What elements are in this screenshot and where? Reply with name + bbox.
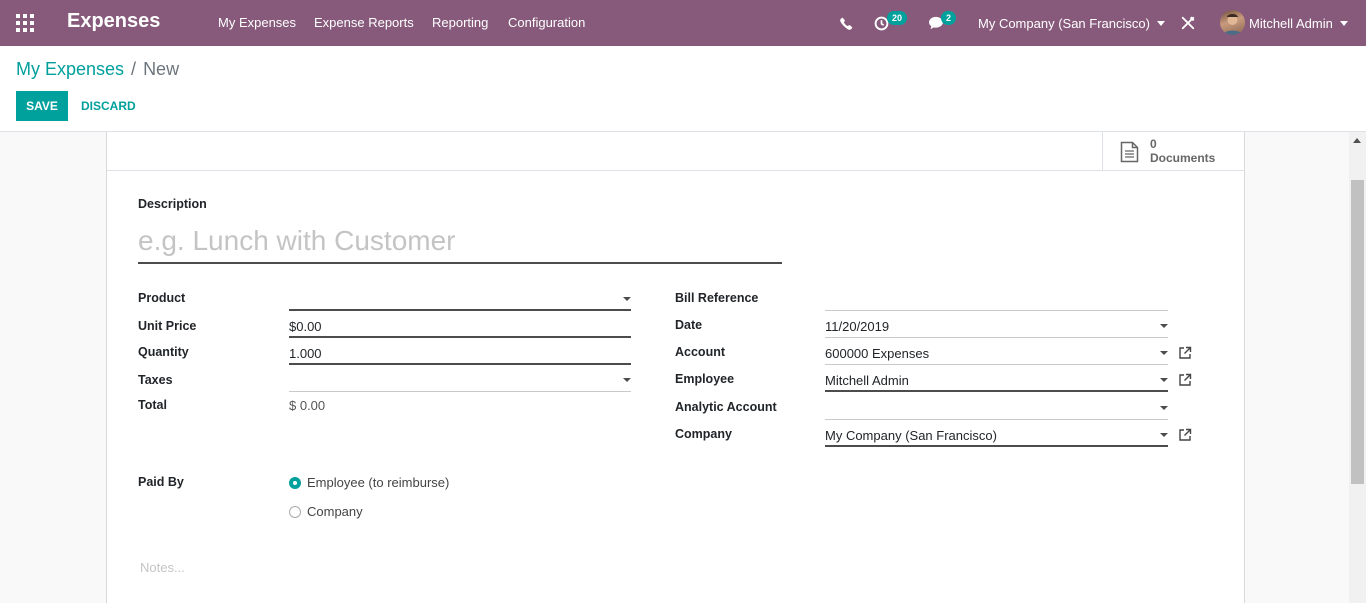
menu-configuration[interactable]: Configuration (508, 15, 585, 30)
date-picker[interactable]: 11/20/2019 (825, 316, 1168, 338)
date-value: 11/20/2019 (825, 319, 890, 334)
paid-by-company-label: Company (307, 504, 363, 519)
radio-unchecked-icon (289, 505, 301, 518)
app-title: Expenses (67, 10, 161, 32)
user-name: Mitchell Admin (1249, 15, 1333, 31)
taxes-select[interactable] (289, 370, 631, 392)
paid-by-employee-label: Employee (to reimburse) (307, 475, 450, 490)
avatar[interactable] (1220, 10, 1245, 35)
company-select[interactable]: My Company (San Francisco) (825, 425, 1168, 447)
chevron-down-icon (1156, 20, 1165, 26)
scrollbar-thumb[interactable] (1351, 180, 1364, 484)
bill-reference-label: Bill Reference (675, 291, 759, 305)
chevron-down-icon (1160, 324, 1168, 328)
taxes-label: Taxes (138, 373, 173, 387)
debug-tools-icon[interactable] (1181, 0, 1195, 46)
discard-button[interactable]: DISCARD (81, 99, 136, 113)
notes-field[interactable]: Notes... (140, 560, 185, 575)
user-menu[interactable]: Mitchell Admin (1249, 0, 1348, 46)
form-sheet: 0 Documents Description Product Unit Pri… (106, 132, 1245, 603)
description-input[interactable] (138, 220, 782, 264)
external-link-icon[interactable] (1178, 428, 1192, 442)
save-button[interactable]: SAVE (16, 91, 68, 121)
quantity-input[interactable]: 1.000 (289, 343, 631, 365)
breadcrumb: My Expenses / New (16, 59, 179, 80)
date-label: Date (675, 318, 703, 332)
unit-price-label: Unit Price (138, 319, 197, 333)
breadcrumb-separator: / (131, 59, 137, 79)
message-count-badge: 2 (941, 11, 957, 25)
paid-by-label: Paid By (138, 475, 184, 489)
document-icon (1120, 141, 1139, 163)
analytic-account-label: Analytic Account (675, 400, 777, 414)
chevron-down-icon (1160, 406, 1168, 410)
radio-checked-icon (289, 476, 301, 489)
description-label: Description (138, 197, 207, 211)
external-link-icon[interactable] (1178, 373, 1192, 387)
analytic-account-select[interactable] (825, 398, 1168, 420)
menu-my-expenses[interactable]: My Expenses (218, 15, 296, 30)
external-link-icon[interactable] (1178, 346, 1192, 360)
account-label: Account (675, 345, 725, 359)
chevron-down-icon (1160, 433, 1168, 437)
product-select[interactable] (289, 289, 631, 311)
menu-reporting[interactable]: Reporting (432, 15, 488, 30)
total-value: $ 0.00 (289, 398, 326, 413)
activity-clock-icon[interactable] (874, 0, 889, 46)
chat-icon[interactable] (928, 0, 944, 46)
documents-label: Documents (1150, 151, 1216, 165)
quantity-value: 1.000 (289, 346, 322, 361)
chevron-down-icon (1160, 378, 1168, 382)
account-value: 600000 Expenses (825, 346, 930, 361)
employee-select[interactable]: Mitchell Admin (825, 370, 1168, 392)
documents-count: 0 (1150, 137, 1157, 151)
chevron-down-icon (1160, 351, 1168, 355)
activity-count-badge: 20 (887, 11, 908, 25)
chevron-down-icon (1339, 20, 1348, 26)
employee-value: Mitchell Admin (825, 373, 909, 388)
bill-reference-input[interactable] (825, 289, 1168, 311)
company-switcher-label: My Company (San Francisco) (978, 15, 1150, 31)
product-label: Product (138, 291, 186, 305)
menu-expense-reports[interactable]: Expense Reports (314, 15, 414, 30)
quantity-label: Quantity (138, 345, 189, 359)
unit-price-value: $0.00 (289, 319, 322, 334)
company-switcher[interactable]: My Company (San Francisco) (978, 0, 1165, 46)
phone-icon[interactable] (840, 0, 853, 46)
button-box: 0 Documents (107, 132, 1245, 171)
apps-menu-icon[interactable] (16, 14, 34, 32)
breadcrumb-my-expenses[interactable]: My Expenses (16, 59, 124, 79)
control-panel: My Expenses / New SAVE DISCARD (0, 46, 1366, 132)
chevron-down-icon (623, 378, 631, 382)
company-label: Company (675, 427, 732, 441)
paid-by-employee-radio[interactable]: Employee (to reimburse) (289, 475, 449, 490)
company-value: My Company (San Francisco) (825, 428, 997, 443)
unit-price-input[interactable]: $0.00 (289, 316, 631, 338)
top-navbar: Expenses My Expenses Expense Reports Rep… (0, 0, 1366, 46)
account-select[interactable]: 600000 Expenses (825, 343, 1168, 365)
chevron-down-icon (623, 297, 631, 301)
scrollbar[interactable] (1349, 132, 1366, 603)
paid-by-company-radio[interactable]: Company (289, 504, 363, 519)
breadcrumb-current: New (143, 59, 180, 79)
total-label: Total (138, 398, 167, 412)
scroll-up-arrow-icon[interactable] (1353, 138, 1361, 143)
documents-stat-button[interactable]: 0 Documents (1102, 132, 1245, 171)
employee-label: Employee (675, 372, 735, 386)
